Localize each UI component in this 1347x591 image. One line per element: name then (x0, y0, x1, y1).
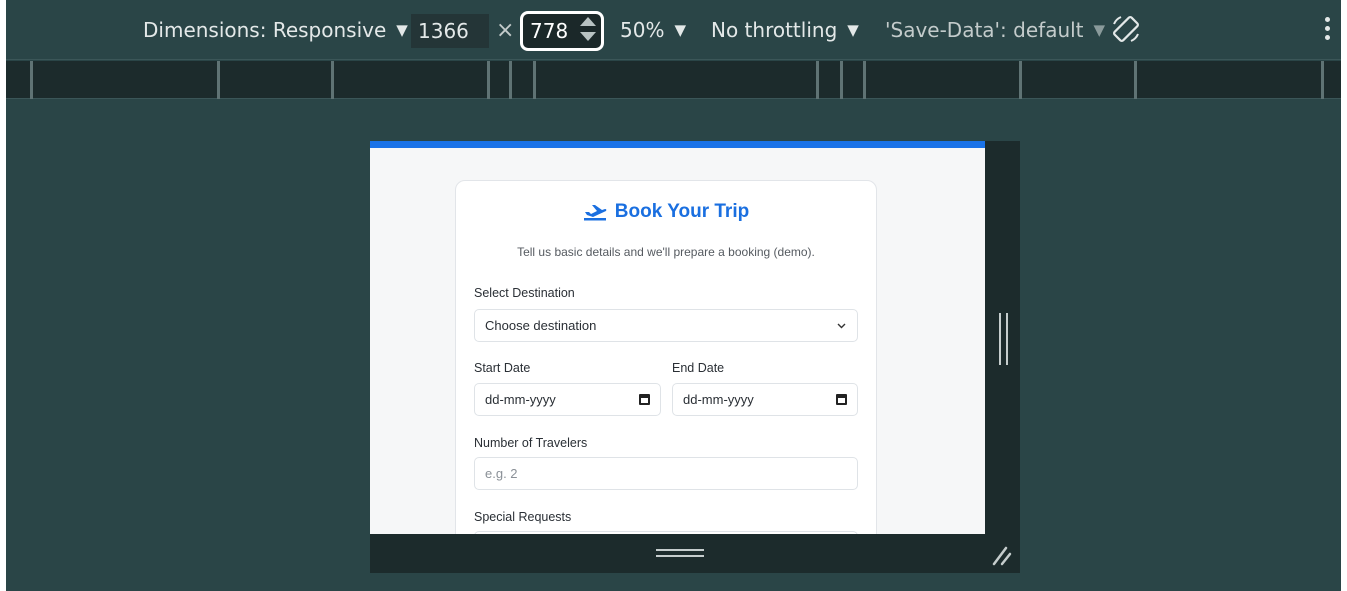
resize-grip-icon (999, 313, 1008, 365)
airplane-icon (583, 205, 607, 221)
throttling-dropdown[interactable]: No throttling ▼ (711, 0, 859, 60)
travelers-input[interactable]: e.g. 2 (474, 457, 858, 490)
start-date-input[interactable]: dd-mm-yyyy (474, 383, 661, 416)
start-date-value: dd-mm-yyyy (485, 392, 556, 407)
title-text: Book Your Trip (614, 201, 750, 222)
destination-select[interactable]: Choose destination (474, 309, 858, 342)
stepper-icon[interactable] (580, 17, 596, 45)
media-query-ruler[interactable] (6, 61, 1341, 99)
more-vertical-icon[interactable] (1322, 17, 1332, 47)
end-date-label: End Date (672, 361, 725, 375)
end-date-input[interactable]: dd-mm-yyyy (672, 383, 858, 416)
throttling-label: No throttling (711, 18, 838, 42)
travelers-label: Number of Travelers (474, 436, 588, 450)
dropdown-arrow-icon: ▼ (674, 21, 686, 39)
device-toolbar: Dimensions: Responsive ▼ 1366 × 778 50% … (6, 0, 1341, 60)
dropdown-arrow-icon: ▼ (396, 21, 408, 39)
resize-handle-icon[interactable] (990, 542, 1014, 566)
height-value: 778 (530, 19, 569, 43)
side-resize-handle[interactable] (985, 141, 1020, 534)
resize-grip-icon (656, 549, 704, 557)
dimensions-dropdown[interactable]: Dimensions: Responsive ▼ (143, 0, 408, 60)
chevron-down-icon (837, 323, 846, 329)
zoom-label: 50% (620, 18, 665, 42)
height-input[interactable]: 778 (520, 11, 604, 51)
save-data-dropdown[interactable]: 'Save-Data': default ▼ (885, 0, 1105, 60)
bottom-resize-handle[interactable] (370, 534, 1020, 573)
devtools-device-mode: Dimensions: Responsive ▼ 1366 × 778 50% … (6, 0, 1341, 591)
page-subtitle: Tell us basic details and we'll prepare … (517, 245, 815, 259)
dimensions-label: Dimensions: Responsive (143, 18, 387, 42)
end-date-value: dd-mm-yyyy (683, 392, 754, 407)
device-viewport: Book Your Trip Tell us basic details and… (370, 141, 985, 534)
page-title: Book Your Trip (456, 201, 876, 223)
width-input[interactable]: 1366 (411, 14, 489, 48)
booking-card: Book Your Trip Tell us basic details and… (455, 180, 877, 534)
calendar-icon[interactable] (836, 394, 847, 405)
calendar-icon[interactable] (639, 394, 650, 405)
dimension-separator: × (496, 17, 515, 43)
zoom-dropdown[interactable]: 50% ▼ (620, 0, 686, 60)
requests-label: Special Requests (474, 510, 572, 524)
start-date-label: Start Date (474, 361, 531, 375)
destination-label: Select Destination (474, 286, 575, 300)
save-data-label: 'Save-Data': default (885, 18, 1084, 42)
travelers-placeholder: e.g. 2 (485, 466, 518, 481)
rotate-icon[interactable] (1109, 12, 1143, 46)
dropdown-arrow-icon: ▼ (1093, 21, 1106, 39)
device-stage: Book Your Trip Tell us basic details and… (6, 100, 1341, 591)
dropdown-arrow-icon: ▼ (847, 21, 859, 39)
destination-value: Choose destination (485, 318, 597, 333)
